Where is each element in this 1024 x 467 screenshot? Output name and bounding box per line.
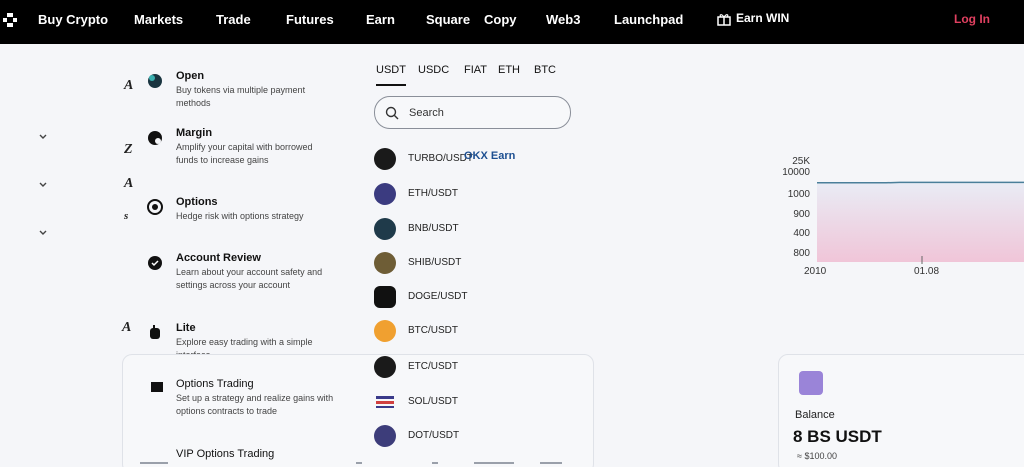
coin-name: DOGE/USDT bbox=[408, 291, 468, 302]
logo-icon[interactable] bbox=[2, 12, 18, 28]
chevron-down-icon[interactable] bbox=[38, 180, 48, 190]
coin-row[interactable]: DOGE/USDT bbox=[374, 286, 594, 308]
coin-icon bbox=[374, 218, 396, 240]
menu-item-desc: Amplify your capital with borrowed funds… bbox=[176, 142, 313, 165]
tab-active-indicator bbox=[376, 84, 406, 86]
coin-name: BTC/USDT bbox=[408, 325, 458, 336]
promo-label: Earn WIN bbox=[736, 11, 790, 26]
side-marker: A bbox=[122, 320, 132, 335]
chart-icon bbox=[151, 382, 163, 392]
nav-buy-crypto[interactable]: Buy Crypto bbox=[38, 12, 108, 27]
side-marker: Z bbox=[124, 142, 133, 157]
nav-trade[interactable]: Trade bbox=[216, 12, 251, 27]
divider bbox=[432, 462, 438, 464]
y-tick-label: 25K bbox=[792, 156, 810, 167]
coin-row[interactable]: SHIB/USDT bbox=[374, 252, 594, 274]
y-tick-label: 800 bbox=[793, 248, 810, 259]
search-placeholder: Search bbox=[409, 107, 444, 119]
panel-item-desc: Set up a strategy and realize gains with… bbox=[176, 393, 334, 416]
coin-icon bbox=[374, 252, 396, 274]
coin-name: DOT/USDT bbox=[408, 430, 460, 441]
coin-row[interactable]: ETH/USDT bbox=[374, 183, 594, 205]
chevron-down-icon[interactable] bbox=[38, 228, 48, 238]
coin-icon bbox=[374, 286, 396, 308]
side-marker: A bbox=[124, 78, 134, 93]
menu-item-title: Options bbox=[176, 196, 218, 208]
balance-sub: ≈ $100.00 bbox=[797, 451, 837, 461]
tab-usdt[interactable]: USDT bbox=[376, 64, 406, 76]
nav-markets[interactable]: Markets bbox=[134, 12, 183, 27]
margin-icon bbox=[148, 131, 162, 145]
balance-value: 8 BS USDT bbox=[793, 427, 882, 446]
coin-icon bbox=[374, 183, 396, 205]
nav-web3[interactable]: Web3 bbox=[546, 12, 580, 27]
coin-row[interactable]: SOL/USDT bbox=[374, 391, 594, 413]
side-marker: A bbox=[124, 176, 134, 191]
earn-badge[interactable]: OKX Earn bbox=[464, 150, 515, 162]
menu-item-desc: Learn about your account safety and sett… bbox=[176, 267, 323, 290]
flag-icon bbox=[376, 396, 394, 408]
tab-btc[interactable]: BTC bbox=[534, 64, 556, 76]
panel-item-title: Options Trading bbox=[176, 378, 254, 390]
coin-row[interactable]: BNB/USDT bbox=[374, 218, 594, 240]
y-tick-label: 400 bbox=[793, 228, 810, 239]
coin-icon bbox=[374, 320, 396, 342]
nav-futures[interactable]: Futures bbox=[286, 12, 334, 27]
chevron-down-icon[interactable] bbox=[38, 132, 48, 142]
menu-item-title: Lite bbox=[176, 322, 196, 334]
nav-earn[interactable]: Earn bbox=[366, 12, 395, 27]
nav-copy[interactable]: Copy bbox=[484, 12, 517, 27]
nav-square[interactable]: Square bbox=[426, 12, 470, 27]
coin-name: BNB/USDT bbox=[408, 223, 459, 234]
search-icon bbox=[385, 106, 399, 120]
gift-icon bbox=[717, 14, 731, 26]
y-tick-label: 10000 bbox=[782, 167, 810, 178]
tab-usdc[interactable]: USDC bbox=[418, 64, 449, 76]
wallet-icon bbox=[799, 371, 823, 395]
coin-icon bbox=[374, 425, 396, 447]
coin-name: SHIB/USDT bbox=[408, 257, 462, 268]
menu-item-title: Open bbox=[176, 70, 205, 82]
y-tick-label: 900 bbox=[793, 209, 810, 220]
promo-link[interactable]: Earn WIN bbox=[716, 11, 789, 27]
panel-item-title: VIP Options Trading bbox=[176, 448, 275, 460]
swap-icon bbox=[148, 74, 162, 88]
coin-name: SOL/USDT bbox=[408, 396, 459, 407]
divider bbox=[356, 462, 362, 464]
search-input[interactable]: Search bbox=[374, 96, 571, 129]
y-tick-label: 1000 bbox=[788, 189, 811, 200]
coin-row[interactable]: DOT/USDT bbox=[374, 425, 594, 447]
divider bbox=[140, 462, 168, 464]
chart-area bbox=[817, 182, 1024, 262]
coin-row[interactable]: TURBO/USDT OKX Earn bbox=[374, 148, 594, 170]
coin-row[interactable]: BTC/USDT bbox=[374, 320, 594, 342]
side-marker: s bbox=[124, 210, 129, 222]
balance-label: Balance bbox=[795, 409, 835, 421]
x-tick-label: 2010 bbox=[804, 266, 827, 277]
top-navbar: Buy Crypto Markets Trade Futures Earn Sq… bbox=[0, 0, 1024, 44]
price-chart: 25K10000 1000 900 400 800 2010 01.08 bbox=[782, 156, 1024, 277]
tab-fiat[interactable]: FIAT bbox=[464, 64, 487, 76]
login-button[interactable]: Log In bbox=[954, 12, 990, 26]
shield-icon bbox=[148, 256, 162, 270]
coin-row[interactable]: ETC/USDT bbox=[374, 356, 594, 378]
menu-item-title: Margin bbox=[176, 127, 213, 139]
menu-item-desc: Buy tokens via multiple payment methods bbox=[176, 85, 306, 108]
coin-name: ETH/USDT bbox=[408, 188, 458, 199]
divider bbox=[540, 462, 562, 464]
balance-card: Balance 8 BS USDT ≈ $100.00 bbox=[778, 354, 1024, 467]
coin-icon bbox=[374, 356, 396, 378]
coin-name: ETC/USDT bbox=[408, 361, 458, 372]
nav-launchpad[interactable]: Launchpad bbox=[614, 12, 683, 27]
x-tick-label: 01.08 bbox=[914, 266, 939, 277]
tab-eth[interactable]: ETH bbox=[498, 64, 520, 76]
options-icon bbox=[147, 199, 163, 215]
menu-item-desc: Hedge risk with options strategy bbox=[176, 211, 304, 221]
menu-item-title: Account Review bbox=[176, 252, 261, 264]
lite-icon bbox=[150, 325, 160, 339]
coin-icon bbox=[374, 148, 396, 170]
divider bbox=[474, 462, 514, 464]
